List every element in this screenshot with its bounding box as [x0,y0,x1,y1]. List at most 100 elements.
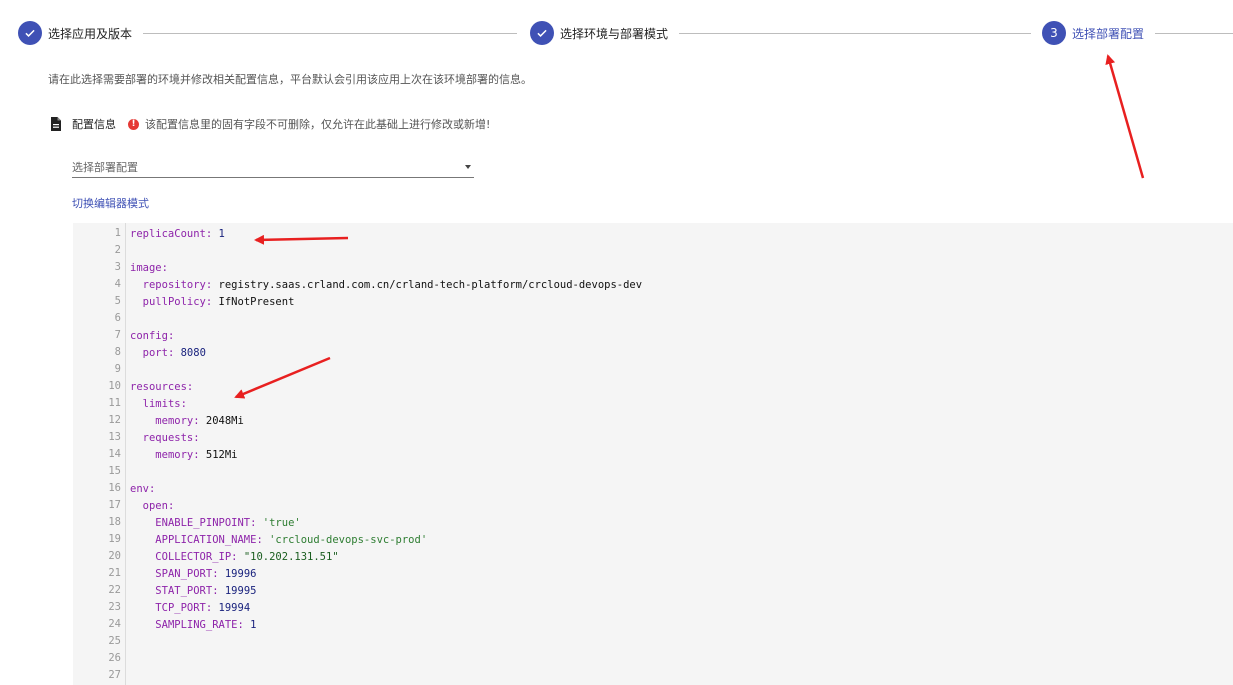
yaml-separator: : [167,330,175,342]
config-info-header: 配置信息 ! 该配置信息里的固有字段不可删除，仅允许在此基础上进行修改或新增! [50,116,490,132]
line-number: 23 [108,601,121,613]
yaml-value: 1 [218,228,225,240]
code-line: memory: 512Mi [130,447,238,464]
line-number: 11 [108,397,121,409]
step-3[interactable]: 3 选择部署配置 [1042,21,1144,45]
yaml-key: pullPolicy [142,296,206,308]
line-number: 5 [114,295,121,307]
code-line: memory: 2048Mi [130,413,244,430]
warning-icon: ! [128,118,139,130]
step-3-number: 3 [1042,21,1066,45]
step-3-label: 选择部署配置 [1072,26,1145,41]
yaml-value: 'crcloud-devops-svc-prod' [269,534,428,546]
yaml-separator: : [161,262,168,274]
line-number: 15 [108,465,121,477]
yaml-key: port [142,347,168,359]
switch-editor-mode-link[interactable]: 切换编辑器模式 [72,195,149,211]
code-line: TCP_PORT: 19994 [130,600,250,617]
yaml-separator: : [193,415,206,427]
code-area[interactable]: replicaCount: 1 image: repository: regist… [130,223,1220,685]
yaml-value: 1 [250,619,257,631]
line-number: 25 [108,635,121,647]
yaml-separator: : [167,347,181,359]
line-number: 24 [108,618,121,630]
stepper: 选择应用及版本 选择环境与部署模式 3 选择部署配置 [18,21,1233,45]
step-connector [679,33,1031,34]
yaml-value: 512Mi [205,449,238,461]
yaml-key: env [130,483,149,495]
code-line: STAT_PORT: 19995 [130,583,256,600]
code-line: SAMPLING_RATE: 1 [130,617,256,634]
step-connector [143,33,517,34]
step-2[interactable]: 选择环境与部署模式 [530,21,668,45]
yaml-code-editor[interactable]: 1 2 3 4 5 6 7 8 9 10 11 12 13 14 15 16 17 18 19 20 21 22 23 24 2… [73,223,1233,685]
line-number: 10 [108,380,121,392]
line-number: 6 [114,312,121,324]
line-number: 22 [108,584,121,596]
dropdown-arrow-icon [465,164,471,169]
yaml-separator: : [250,517,263,529]
code-line: port: 8080 [130,345,206,362]
yaml-separator: : [193,432,200,444]
code-line: open: [130,498,175,515]
yaml-value: registry.saas.crland.com.cn/crland-tech-… [218,279,643,291]
code-line: config: [130,328,174,345]
yaml-key: SPAN_PORT [155,568,213,580]
yaml-key: STAT_PORT [155,585,213,597]
yaml-key: config [130,330,168,342]
yaml-value: 2048Mi [205,415,244,427]
document-icon [51,117,61,131]
step-1-label: 选择应用及版本 [48,26,133,41]
line-number: 18 [108,516,121,528]
yaml-key: ENABLE_PINPOINT [155,517,251,529]
yaml-separator: : [212,585,225,597]
yaml-separator: : [205,279,219,291]
code-line: env: [130,481,155,498]
check-icon [530,21,554,45]
yaml-key: COLLECTOR_IP [155,551,232,563]
line-number: 20 [108,550,121,562]
yaml-separator: : [205,228,219,240]
yaml-separator: : [167,500,175,512]
yaml-key: resources [130,381,187,393]
select-placeholder: 选择部署配置 [72,160,138,174]
yaml-key: APPLICATION_NAME [155,534,257,546]
config-warning-text: 该配置信息里的固有字段不可删除，仅允许在此基础上进行修改或新增! [145,118,491,131]
yaml-separator: : [205,296,219,308]
yaml-separator: : [212,568,225,580]
step-2-label: 选择环境与部署模式 [560,26,669,41]
yaml-key: replicaCount [130,228,206,240]
step-1[interactable]: 选择应用及版本 [18,21,132,45]
yaml-value: 19994 [218,602,251,614]
line-number: 16 [108,482,121,494]
line-number: 26 [108,652,121,664]
code-line: pullPolicy: IfNotPresent [130,294,295,311]
yaml-value: "10.202.131.51" [243,551,339,563]
step-connector [1155,33,1233,34]
line-number: 4 [114,278,121,290]
yaml-separator: : [205,602,219,614]
yaml-value: 19996 [224,568,257,580]
deploy-config-select[interactable]: 选择部署配置 [72,156,474,178]
yaml-value: 8080 [180,347,206,359]
config-info-title: 配置信息 [72,118,116,131]
code-line: SPAN_PORT: 19996 [130,566,256,583]
line-number: 3 [114,261,121,273]
line-number: 17 [108,499,121,511]
yaml-value: 'true' [262,517,301,529]
line-number: 1 [114,227,121,239]
line-number-gutter: 1 2 3 4 5 6 7 8 9 10 11 12 13 14 15 16 17 18 19 20 21 22 23 24 2… [73,223,126,685]
code-line: replicaCount: 1 [130,226,225,243]
code-line: APPLICATION_NAME: 'crcloud-devops-svc-pr… [130,532,427,549]
